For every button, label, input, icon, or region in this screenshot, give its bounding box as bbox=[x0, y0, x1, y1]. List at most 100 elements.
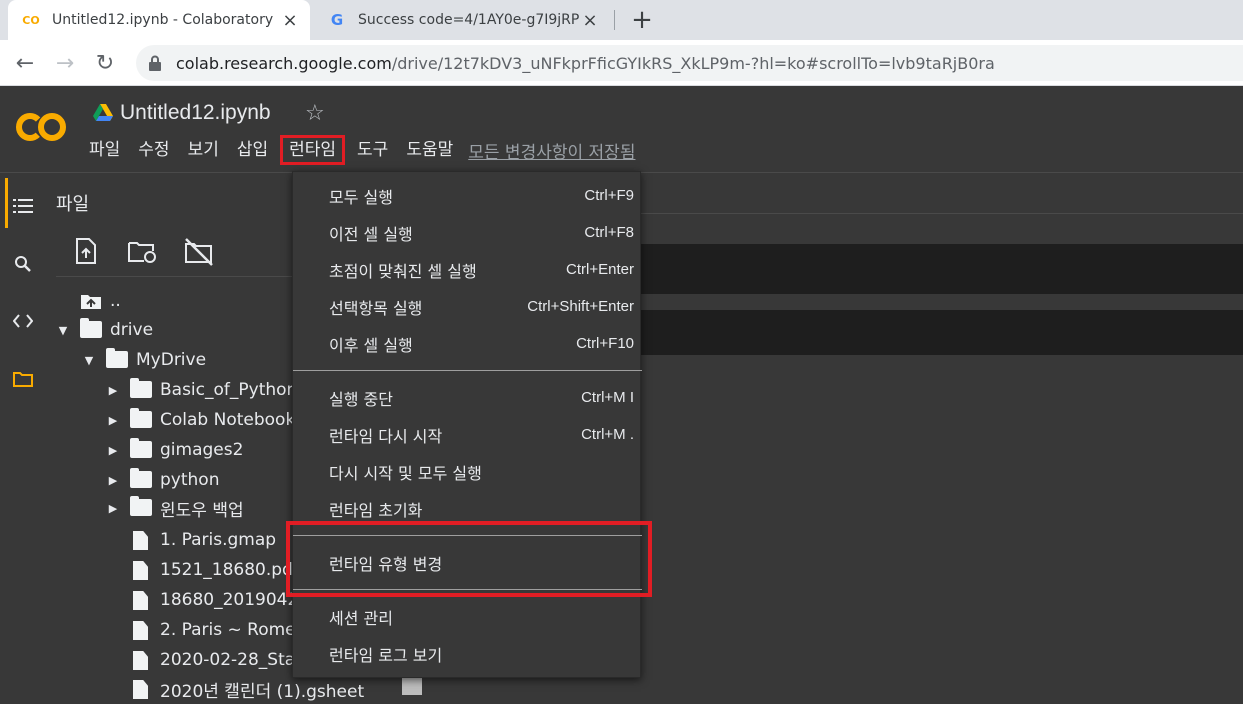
menu-item-label: 런타임 초기화 bbox=[329, 500, 423, 520]
file-tree-label: 1521_18680.pdf bbox=[160, 560, 299, 580]
browser-tab-google[interactable]: G Success code=4/1AY0e-g7I9jRP × bbox=[314, 0, 610, 40]
file-tree-label: 2020-02-28_Stat bbox=[160, 650, 302, 670]
star-icon[interactable]: ☆ bbox=[305, 101, 325, 126]
menu-item-view-runtime-logs[interactable]: 런타임 로그 보기 bbox=[293, 635, 642, 672]
colab-favicon-icon: CO bbox=[22, 13, 40, 27]
menu-item-label: 런타임 로그 보기 bbox=[329, 645, 443, 665]
code-icon[interactable] bbox=[10, 308, 36, 334]
upload-file-icon[interactable] bbox=[74, 238, 102, 266]
menu-item-label: 초점이 맞춰진 셀 실행 bbox=[329, 261, 477, 281]
menu-item-label: 이전 셀 실행 bbox=[329, 224, 413, 244]
menu-item-run-after[interactable]: 이후 셀 실행 Ctrl+F10 bbox=[293, 325, 642, 362]
menu-item-interrupt-execution[interactable]: 실행 중단 Ctrl+M I bbox=[293, 379, 642, 416]
browser-tab-colab[interactable]: CO Untitled12.ipynb - Colaboratory × bbox=[8, 0, 310, 40]
menu-edit[interactable]: 수정 bbox=[129, 135, 178, 165]
file-icon bbox=[130, 680, 152, 699]
menu-item-run-focused-cell[interactable]: 초점이 맞춰진 셀 실행 Ctrl+Enter bbox=[293, 251, 642, 288]
browser-tab-strip: CO Untitled12.ipynb - Colaboratory × G S… bbox=[0, 0, 1243, 40]
menu-item-run-selection[interactable]: 선택항목 실행 Ctrl+Shift+Enter bbox=[293, 288, 642, 325]
file-tree-item[interactable]: 2020년 캘린더 (1).gsheet bbox=[106, 674, 422, 704]
rail-active-indicator bbox=[5, 178, 8, 228]
forward-arrow-icon[interactable]: → bbox=[52, 50, 78, 76]
chevron-right-icon[interactable]: ▶ bbox=[106, 474, 120, 487]
menu-item-label: 이후 셀 실행 bbox=[329, 335, 413, 355]
menu-item-run-before[interactable]: 이전 셀 실행 Ctrl+F8 bbox=[293, 214, 642, 251]
parent-folder-icon bbox=[80, 292, 102, 310]
tab-divider bbox=[614, 10, 615, 30]
menu-item-shortcut: Ctrl+Enter bbox=[566, 261, 634, 278]
search-icon[interactable] bbox=[10, 251, 36, 277]
notebook-toolbar-divider bbox=[640, 213, 1243, 214]
file-icon bbox=[130, 561, 152, 580]
folder-icon bbox=[130, 408, 152, 429]
save-status-link[interactable]: 모든 변경사항이 저장됨 bbox=[468, 138, 635, 163]
refresh-folder-icon[interactable] bbox=[128, 240, 156, 268]
folder-icon bbox=[130, 468, 152, 489]
file-tree-label: Colab Notebooks bbox=[160, 410, 305, 430]
menu-item-run-all[interactable]: 모두 실행 Ctrl+F9 bbox=[293, 177, 642, 214]
menu-item-label: 다시 시작 및 모두 실행 bbox=[329, 463, 482, 483]
file-tree-label: 윈도우 백업 bbox=[160, 500, 244, 521]
menu-item-label: 모두 실행 bbox=[329, 187, 393, 207]
chevron-right-icon[interactable]: ▶ bbox=[106, 502, 120, 515]
runtime-dropdown-menu: 모두 실행 Ctrl+F9 이전 셀 실행 Ctrl+F8 초점이 맞춰진 셀 실행 Ct… bbox=[292, 171, 642, 678]
address-bar[interactable]: colab.research.google.com/drive/12t7kDV3… bbox=[136, 45, 1243, 81]
close-icon[interactable]: × bbox=[280, 10, 300, 31]
chevron-right-icon[interactable]: ▶ bbox=[106, 444, 120, 457]
file-icon bbox=[130, 591, 152, 610]
menu-file[interactable]: 파일 bbox=[80, 135, 129, 165]
menu-item-shortcut: Ctrl+F10 bbox=[576, 335, 634, 352]
menu-item-shortcut: Ctrl+M I bbox=[581, 389, 634, 406]
google-drive-icon[interactable] bbox=[93, 104, 113, 122]
folder-icon bbox=[130, 378, 152, 399]
folder-icon bbox=[106, 348, 128, 369]
file-icon bbox=[130, 651, 152, 670]
file-tree-label: gimages2 bbox=[160, 440, 244, 460]
chevron-right-icon[interactable]: ▶ bbox=[106, 414, 120, 427]
back-arrow-icon[interactable]: ← bbox=[12, 50, 38, 76]
menu-item-label: 런타임 다시 시작 bbox=[329, 426, 443, 446]
file-tree-label: 2. Paris ~ Rome. bbox=[160, 620, 302, 640]
google-favicon-icon: G bbox=[330, 11, 344, 29]
url-text: colab.research.google.com/drive/12t7kDV3… bbox=[176, 53, 995, 73]
menu-icon[interactable] bbox=[10, 193, 36, 219]
tab-title: Untitled12.ipynb - Colaboratory bbox=[52, 12, 274, 28]
menu-divider bbox=[293, 370, 642, 371]
folder-icon bbox=[130, 438, 152, 459]
new-tab-plus-icon[interactable]: + bbox=[628, 5, 656, 35]
menu-help[interactable]: 도움말 bbox=[397, 135, 462, 165]
code-cell[interactable] bbox=[640, 244, 1243, 294]
chevron-right-icon[interactable]: ▶ bbox=[106, 384, 120, 397]
menu-runtime[interactable]: 런타임 bbox=[280, 135, 346, 165]
files-divider bbox=[56, 276, 306, 277]
menu-item-manage-sessions[interactable]: 세션 관리 bbox=[293, 598, 642, 635]
menu-item-restart-runtime[interactable]: 런타임 다시 시작 Ctrl+M . bbox=[293, 416, 642, 453]
file-tree-label: drive bbox=[110, 320, 154, 340]
code-cell[interactable] bbox=[640, 310, 1243, 355]
menu-item-restart-and-run-all[interactable]: 다시 시작 및 모두 실행 bbox=[293, 453, 642, 490]
colab-logo-icon[interactable] bbox=[14, 109, 68, 145]
chevron-down-icon[interactable]: ▼ bbox=[56, 324, 70, 337]
file-tree-label: .. bbox=[110, 291, 121, 311]
folder-icon[interactable] bbox=[10, 366, 36, 392]
file-tree-label: 1. Paris.gmap bbox=[160, 530, 277, 550]
menu-view[interactable]: 보기 bbox=[179, 135, 228, 165]
unmount-drive-icon[interactable] bbox=[184, 238, 213, 266]
file-tree-label: python bbox=[160, 470, 220, 490]
menu-item-shortcut: Ctrl+F9 bbox=[584, 187, 634, 204]
chevron-down-icon[interactable]: ▼ bbox=[82, 354, 96, 367]
menu-item-shortcut: Ctrl+F8 bbox=[584, 224, 634, 241]
file-icon bbox=[130, 621, 152, 640]
folder-icon bbox=[80, 318, 102, 339]
reload-icon[interactable]: ↻ bbox=[92, 50, 118, 76]
highlight-box-change-runtime-type bbox=[286, 521, 652, 597]
file-tree-label: Basic_of_Python bbox=[160, 380, 298, 400]
menu-item-label: 선택항목 실행 bbox=[329, 298, 423, 318]
notebook-title[interactable]: Untitled12.ipynb bbox=[120, 101, 271, 125]
menu-tools[interactable]: 도구 bbox=[348, 135, 397, 165]
menu-insert[interactable]: 삽입 bbox=[228, 135, 277, 165]
file-icon bbox=[130, 531, 152, 550]
browser-toolbar: ← → ↻ colab.research.google.com/drive/12… bbox=[0, 40, 1243, 86]
close-icon[interactable]: × bbox=[580, 10, 600, 31]
menu-item-label: 실행 중단 bbox=[329, 389, 393, 409]
